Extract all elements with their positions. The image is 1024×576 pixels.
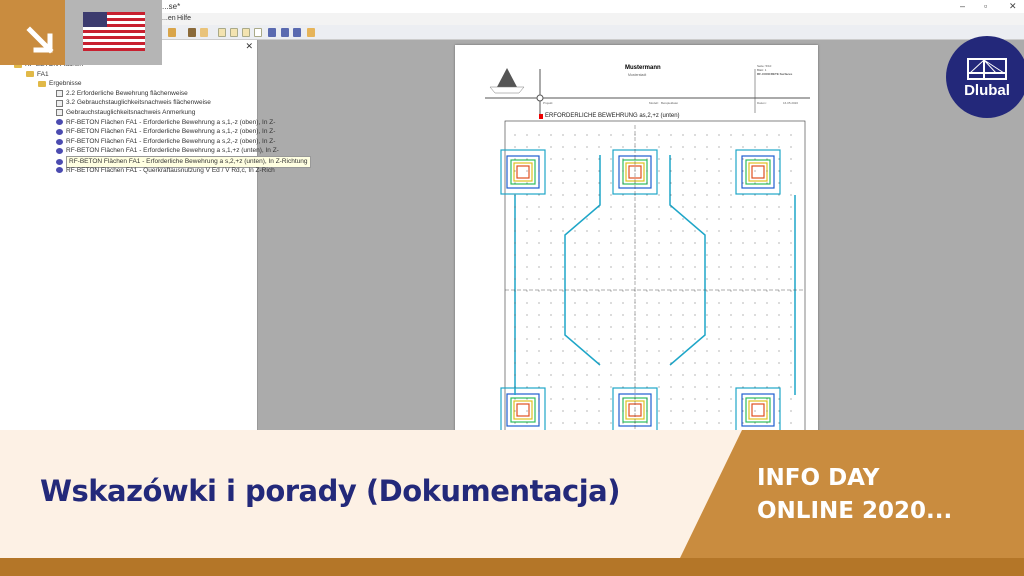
minimize-button[interactable]: – [960, 1, 965, 11]
page-icon[interactable] [218, 28, 226, 37]
menu-item[interactable]: ...en [162, 15, 176, 22]
video-title: Wskazówki i porady (Dokumentacja) [40, 474, 620, 508]
seite-value: 5/10 [765, 64, 772, 68]
event-label: INFO DAY ONLINE 2020... [757, 462, 952, 528]
datum-label: Datum: [757, 101, 767, 105]
tree-item[interactable]: Gebrauchstauglichkeitsnachweis Anmerkung [56, 108, 195, 118]
close-button[interactable]: ✕ [1009, 1, 1017, 12]
arrow-badge [0, 0, 65, 65]
menu-item-help[interactable]: Hilfe [177, 15, 191, 22]
folder-icon [38, 80, 46, 87]
tree-item[interactable]: RF-BETON Flächen FA1 - Erforderliche Bew… [56, 146, 279, 156]
folder-icon [26, 71, 34, 78]
link-icon[interactable] [293, 28, 301, 37]
tree-item-label: Ergebnisse [49, 80, 82, 88]
result-icon [56, 158, 63, 165]
tool-icon[interactable] [168, 28, 176, 37]
result-icon [56, 138, 63, 145]
tree-item-label: Gebrauchstauglichkeitsnachweis Anmerkung [66, 109, 196, 116]
us-flag-icon [83, 12, 145, 51]
report-company: Mustermann [625, 65, 661, 71]
table-icon [56, 99, 63, 107]
report-heading: ERFORDERLICHE BEWEHRUNG as,2,+z (unten) [545, 113, 680, 119]
window-title: ...se* [162, 2, 181, 11]
link-icon[interactable] [281, 28, 289, 37]
language-flag[interactable] [65, 0, 162, 65]
tool-icon[interactable] [200, 28, 208, 37]
event-line-2: ONLINE 2020... [757, 498, 953, 524]
maximize-button[interactable]: ▫ [984, 1, 987, 11]
tool-icon[interactable] [188, 28, 196, 37]
panel-close-button[interactable]: ✕ [245, 41, 253, 52]
page-icon[interactable] [230, 28, 238, 37]
tree-item[interactable]: FA1 [26, 70, 49, 80]
tree-item[interactable]: Ergebnisse [38, 79, 82, 89]
tree-item[interactable]: RF-BETON Flächen FA1 - Erforderliche Bew… [56, 137, 275, 147]
settings-icon[interactable] [307, 28, 315, 37]
modell-label: Modell: [649, 101, 659, 105]
tree-item-label: 3.2 Gebrauchstauglichkeitsnachweis fläch… [66, 99, 211, 107]
tree-item[interactable]: 2.2 Erforderliche Bewehrung flächenweise [56, 89, 188, 99]
table-icon [56, 90, 63, 98]
bottom-strip [0, 558, 1024, 576]
report-page: Mustermann Musterstadt Seite: 5/10 Blatt:… [455, 45, 818, 435]
result-icon [56, 167, 63, 174]
datum-value: 16.05.2020 [783, 101, 799, 105]
roof-logo-icon [489, 68, 525, 94]
report-city: Musterstadt [628, 73, 647, 77]
logo-text: Dlubal [964, 82, 1010, 99]
tree-item-label: RF-BETON Flächen FA1 - Erforderliche Bew… [66, 118, 276, 126]
dlubal-logo: Dlubal [946, 36, 1024, 118]
tree-item-label: FA1 [37, 70, 49, 78]
table-icon [56, 109, 63, 117]
result-icon [56, 128, 63, 135]
bridge-logo-icon [967, 58, 1007, 80]
tree-item[interactable]: RF-BETON Flächen FA1 - Erforderliche Bew… [56, 118, 275, 128]
tree-item[interactable]: RF-BETON Flächen FA1 - Querkraftausnutzu… [56, 166, 275, 176]
projekt-label: Projekt: [543, 101, 554, 105]
navigator-panel: ✕ RF-BETON FlächenFA1Ergebnisse2.2 Erfor… [0, 40, 311, 430]
tree-item-label: RF-BETON Flächen FA1 - Querkraftausnutzu… [66, 166, 275, 174]
tree-item[interactable]: RF-BETON Flächen FA1 - Erforderliche Bew… [56, 127, 275, 137]
arrow-down-right-icon [26, 26, 54, 54]
page-icon[interactable] [254, 28, 262, 37]
result-icon [56, 119, 63, 126]
link-icon[interactable] [268, 28, 276, 37]
tree-item-label: RF-BETON Flächen FA1 - Erforderliche Bew… [66, 137, 276, 145]
tree-item-label: RF-BETON Flächen FA1 - Erforderliche Bew… [66, 128, 276, 136]
page-icon[interactable] [242, 28, 250, 37]
event-line-1: INFO DAY [757, 465, 880, 491]
tree-item[interactable]: 3.2 Gebrauchstauglichkeitsnachweis fläch… [56, 98, 211, 108]
module-name: RF-CONCRETE Surfaces [757, 72, 793, 76]
modell-value: Beispieldatei [661, 101, 679, 105]
tree-item-label: 2.2 Erforderliche Bewehrung flächenweise [66, 89, 188, 97]
tree-item-label: RF-BETON Flächen FA1 - Erforderliche Bew… [66, 147, 279, 155]
result-icon [56, 148, 63, 155]
